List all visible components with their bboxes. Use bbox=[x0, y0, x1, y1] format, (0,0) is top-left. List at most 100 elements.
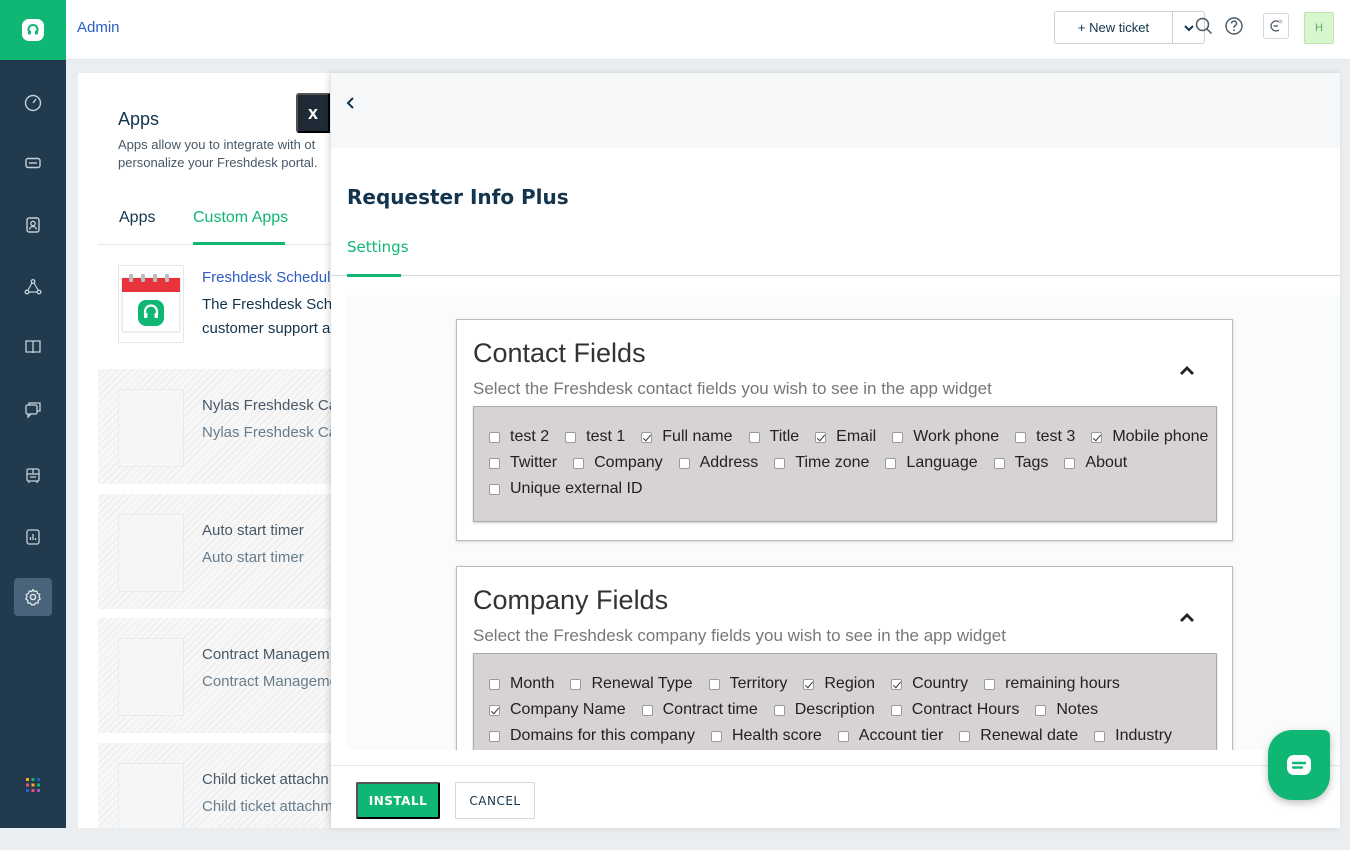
checkbox-unchecked[interactable] bbox=[710, 730, 722, 742]
list-item-app[interactable]: Contract Managem Contract Manageme bbox=[98, 618, 338, 733]
search-icon[interactable] bbox=[1192, 14, 1216, 38]
field-checkbox-option[interactable]: Region bbox=[803, 675, 875, 693]
contacts-icon[interactable] bbox=[14, 206, 52, 244]
back-chevron-icon[interactable] bbox=[343, 93, 359, 113]
field-checkbox-option[interactable]: Full name bbox=[641, 428, 733, 446]
social-icon[interactable] bbox=[14, 268, 52, 306]
cancel-button[interactable]: CANCEL bbox=[455, 782, 535, 819]
checkbox-unchecked[interactable] bbox=[570, 678, 582, 690]
field-checkbox-option[interactable]: Twitter bbox=[489, 454, 557, 472]
checkbox-checked[interactable] bbox=[815, 431, 827, 443]
checkbox-unchecked[interactable] bbox=[774, 457, 786, 469]
field-label: Notes bbox=[1056, 701, 1099, 718]
field-checkbox-option[interactable]: Unique external ID bbox=[489, 480, 643, 498]
checkbox-checked[interactable] bbox=[891, 678, 903, 690]
field-checkbox-option[interactable]: Time zone bbox=[774, 454, 869, 472]
freshdesk-logo[interactable] bbox=[0, 0, 66, 60]
collapse-chevron-up-icon[interactable] bbox=[1177, 362, 1197, 378]
field-checkbox-option[interactable]: Contract time bbox=[641, 701, 758, 719]
field-checkbox-option[interactable]: Title bbox=[748, 428, 799, 446]
checkbox-checked[interactable] bbox=[641, 431, 653, 443]
field-label: Contract Hours bbox=[911, 701, 1020, 718]
checkbox-unchecked[interactable] bbox=[678, 457, 690, 469]
user-avatar[interactable]: H bbox=[1304, 12, 1334, 44]
field-checkbox-option[interactable]: Address bbox=[678, 454, 759, 472]
checkbox-unchecked[interactable] bbox=[489, 678, 500, 690]
field-checkbox-option[interactable]: test 1 bbox=[565, 428, 625, 446]
checkbox-unchecked[interactable] bbox=[984, 678, 996, 690]
checkbox-unchecked[interactable] bbox=[1094, 730, 1106, 742]
checkbox-unchecked[interactable] bbox=[993, 457, 1005, 469]
forums-icon[interactable] bbox=[14, 390, 52, 428]
checkbox-checked[interactable] bbox=[803, 678, 815, 690]
field-checkbox-option[interactable]: Industry bbox=[1094, 727, 1172, 745]
checkbox-unchecked[interactable] bbox=[565, 431, 577, 443]
field-row: Domains for this company Health score Acco… bbox=[489, 723, 1202, 749]
field-checkbox-option[interactable]: Account tier bbox=[837, 727, 943, 745]
tickets-icon[interactable] bbox=[14, 144, 52, 182]
new-ticket-button[interactable]: + New ticket bbox=[1054, 11, 1172, 44]
field-checkbox-option[interactable]: Health score bbox=[710, 727, 822, 745]
field-checkbox-option[interactable]: Renewal Type bbox=[570, 675, 693, 693]
field-checkbox-option[interactable]: Language bbox=[885, 454, 978, 472]
field-checkbox-option[interactable]: test 3 bbox=[1015, 428, 1075, 446]
tab-custom-apps[interactable]: Custom Apps bbox=[193, 209, 288, 227]
field-checkbox-option[interactable]: Company bbox=[573, 454, 663, 472]
checkbox-checked[interactable] bbox=[1091, 431, 1103, 443]
checkbox-unchecked[interactable] bbox=[748, 431, 760, 443]
field-checkbox-option[interactable]: Tags bbox=[993, 454, 1048, 472]
app-switcher-grid-icon[interactable] bbox=[14, 766, 52, 804]
chat-widget-button[interactable] bbox=[1268, 730, 1330, 800]
app-name[interactable]: Freshdesk Scheduli bbox=[202, 269, 334, 286]
field-checkbox-option[interactable]: Contract Hours bbox=[890, 701, 1020, 719]
list-item-app[interactable]: Auto start timer Auto start timer bbox=[98, 494, 338, 609]
notifications-icon[interactable] bbox=[1263, 13, 1289, 39]
field-checkbox-option[interactable]: Mobile phone bbox=[1091, 428, 1208, 446]
field-checkbox-option[interactable]: Month bbox=[489, 675, 554, 693]
field-checkbox-option[interactable]: About bbox=[1064, 454, 1127, 472]
reports-icon[interactable] bbox=[14, 518, 52, 556]
dashboard-icon[interactable] bbox=[14, 84, 52, 122]
checkbox-unchecked[interactable] bbox=[837, 730, 849, 742]
checkbox-unchecked[interactable] bbox=[708, 678, 720, 690]
checkbox-unchecked[interactable] bbox=[959, 730, 971, 742]
checkbox-unchecked[interactable] bbox=[489, 483, 500, 495]
field-checkbox-option[interactable]: Description bbox=[773, 701, 875, 719]
list-item-app[interactable]: Freshdesk Scheduli The Freshdesk Sche cu… bbox=[98, 245, 338, 360]
close-drawer-button[interactable]: x bbox=[296, 93, 330, 133]
field-checkbox-option[interactable]: Renewal date bbox=[959, 727, 1078, 745]
groups-icon[interactable] bbox=[14, 456, 52, 494]
field-checkbox-option[interactable]: Territory bbox=[708, 675, 787, 693]
install-button[interactable]: INSTALL bbox=[356, 782, 440, 819]
list-item-app[interactable]: Nylas Freshdesk Ca Nylas Freshdesk Cal bbox=[98, 369, 338, 484]
checkbox-unchecked[interactable] bbox=[885, 457, 897, 469]
checkbox-unchecked[interactable] bbox=[573, 457, 585, 469]
tab-apps[interactable]: Apps bbox=[119, 209, 155, 227]
field-checkbox-option[interactable]: Email bbox=[815, 428, 876, 446]
field-label: Address bbox=[699, 454, 759, 471]
list-item-app[interactable]: Child ticket attachn Child ticket attach… bbox=[98, 743, 338, 828]
tab-settings[interactable]: Settings bbox=[347, 238, 409, 256]
field-checkbox-option[interactable]: Notes bbox=[1035, 701, 1098, 719]
solutions-book-icon[interactable] bbox=[14, 328, 52, 366]
checkbox-unchecked[interactable] bbox=[773, 704, 785, 716]
checkbox-unchecked[interactable] bbox=[489, 457, 500, 469]
checkbox-unchecked[interactable] bbox=[890, 704, 902, 716]
checkbox-unchecked[interactable] bbox=[489, 431, 500, 443]
field-checkbox-option[interactable]: Company Name bbox=[489, 701, 626, 719]
admin-gear-icon[interactable] bbox=[14, 578, 52, 616]
checkbox-unchecked[interactable] bbox=[1064, 457, 1076, 469]
field-checkbox-option[interactable]: remaining hours bbox=[984, 675, 1120, 693]
checkbox-unchecked[interactable] bbox=[641, 704, 653, 716]
checkbox-unchecked[interactable] bbox=[489, 730, 500, 742]
checkbox-unchecked[interactable] bbox=[1035, 704, 1047, 716]
checkbox-unchecked[interactable] bbox=[892, 431, 904, 443]
collapse-chevron-up-icon[interactable] bbox=[1177, 609, 1197, 625]
field-checkbox-option[interactable]: test 2 bbox=[489, 428, 549, 446]
field-checkbox-option[interactable]: Domains for this company bbox=[489, 727, 695, 745]
checkbox-unchecked[interactable] bbox=[1015, 431, 1027, 443]
field-checkbox-option[interactable]: Country bbox=[891, 675, 968, 693]
field-checkbox-option[interactable]: Work phone bbox=[892, 428, 999, 446]
help-icon[interactable] bbox=[1222, 14, 1246, 38]
checkbox-checked[interactable] bbox=[489, 704, 500, 716]
